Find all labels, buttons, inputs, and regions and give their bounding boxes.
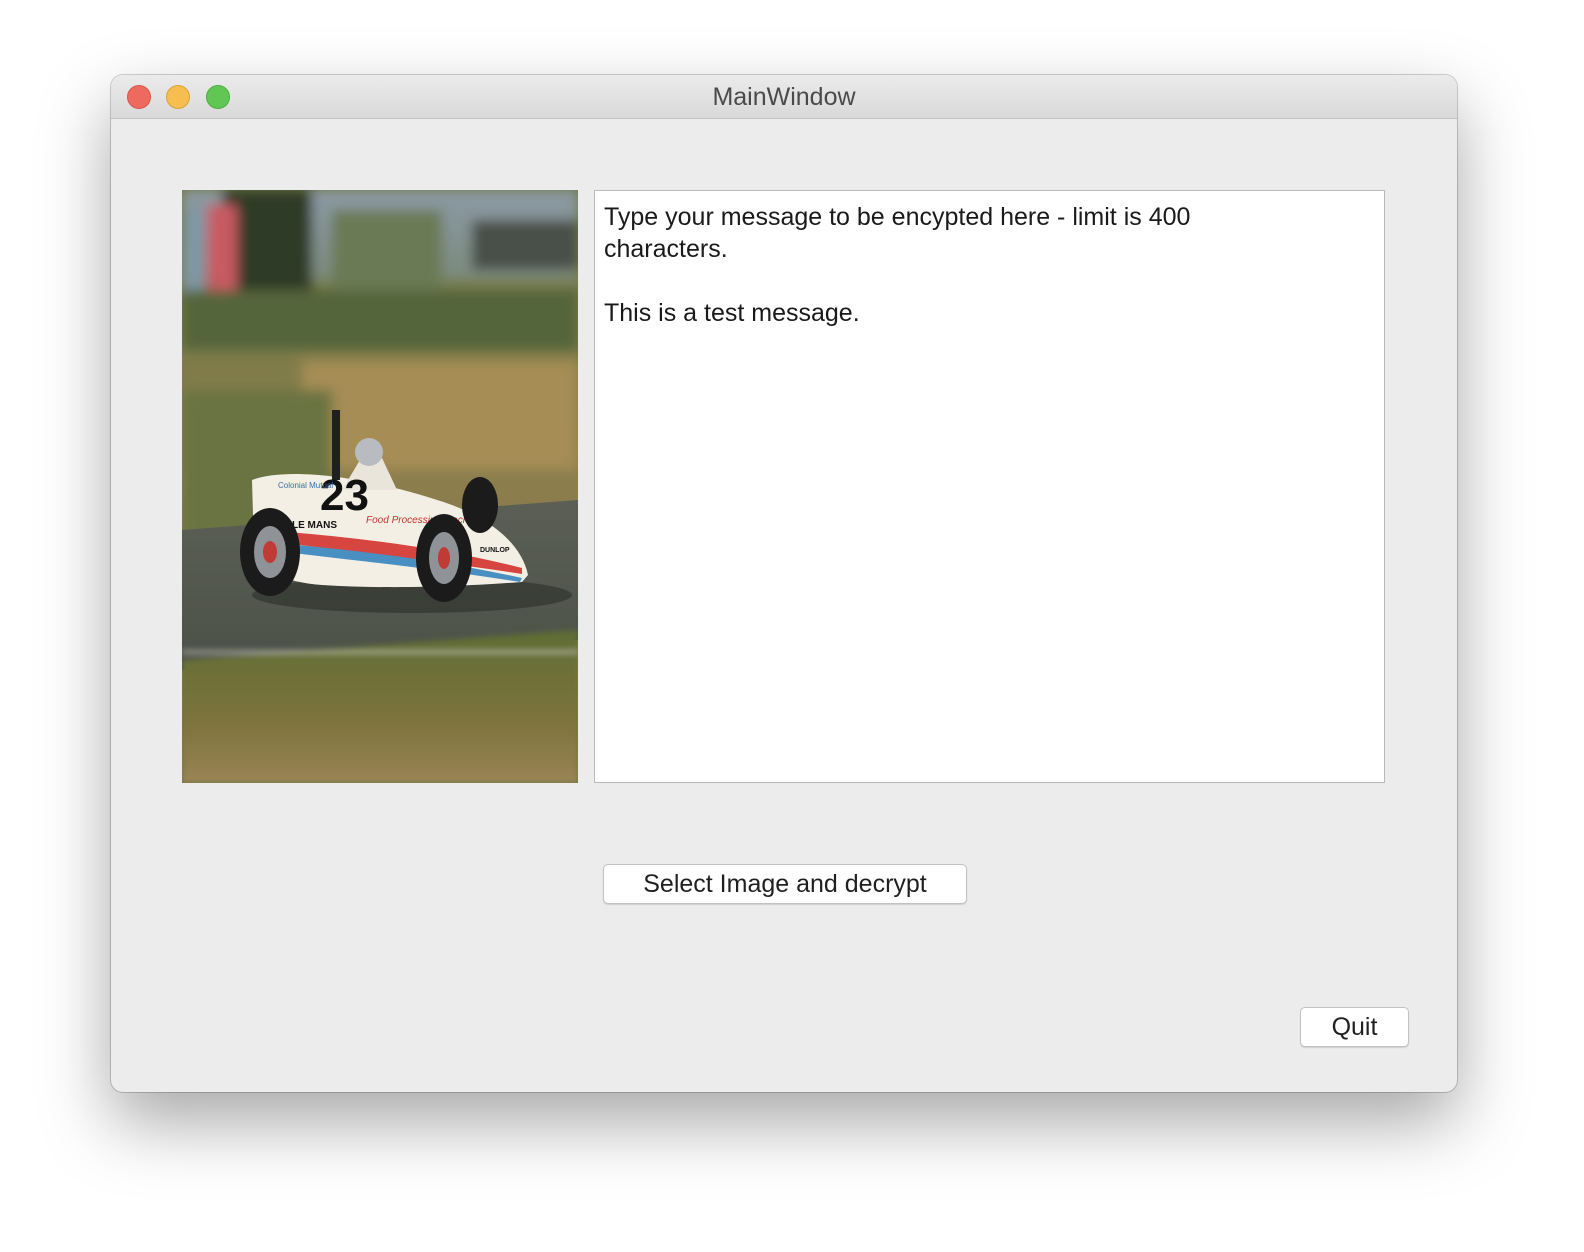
race-car-photo: 23 LE MANS Food Processing Mach Colonial… (182, 190, 578, 783)
message-line: This is a test message. (604, 299, 860, 327)
message-text-area[interactable]: Type your message to be encypted here - … (594, 190, 1385, 783)
race-car-image: 23 LE MANS Food Processing Mach Colonial… (182, 190, 578, 783)
message-line: characters. (604, 235, 728, 263)
car-number: 23 (320, 471, 369, 520)
message-line: Type your message to be encypted here - … (604, 203, 1191, 231)
car-decal-tyre: DUNLOP (480, 547, 510, 554)
select-image-decrypt-button[interactable]: Select Image and decrypt (603, 864, 967, 904)
quit-button[interactable]: Quit (1300, 1007, 1409, 1047)
title-bar[interactable]: MainWindow (111, 75, 1457, 119)
window-title: MainWindow (712, 83, 856, 111)
car-decal-brand: Colonial Mutual (278, 481, 333, 490)
main-window: MainWindow 23 LE MANS Food Processing Ma… (111, 75, 1457, 1092)
car-decal-le-mans: LE MANS (292, 520, 337, 531)
